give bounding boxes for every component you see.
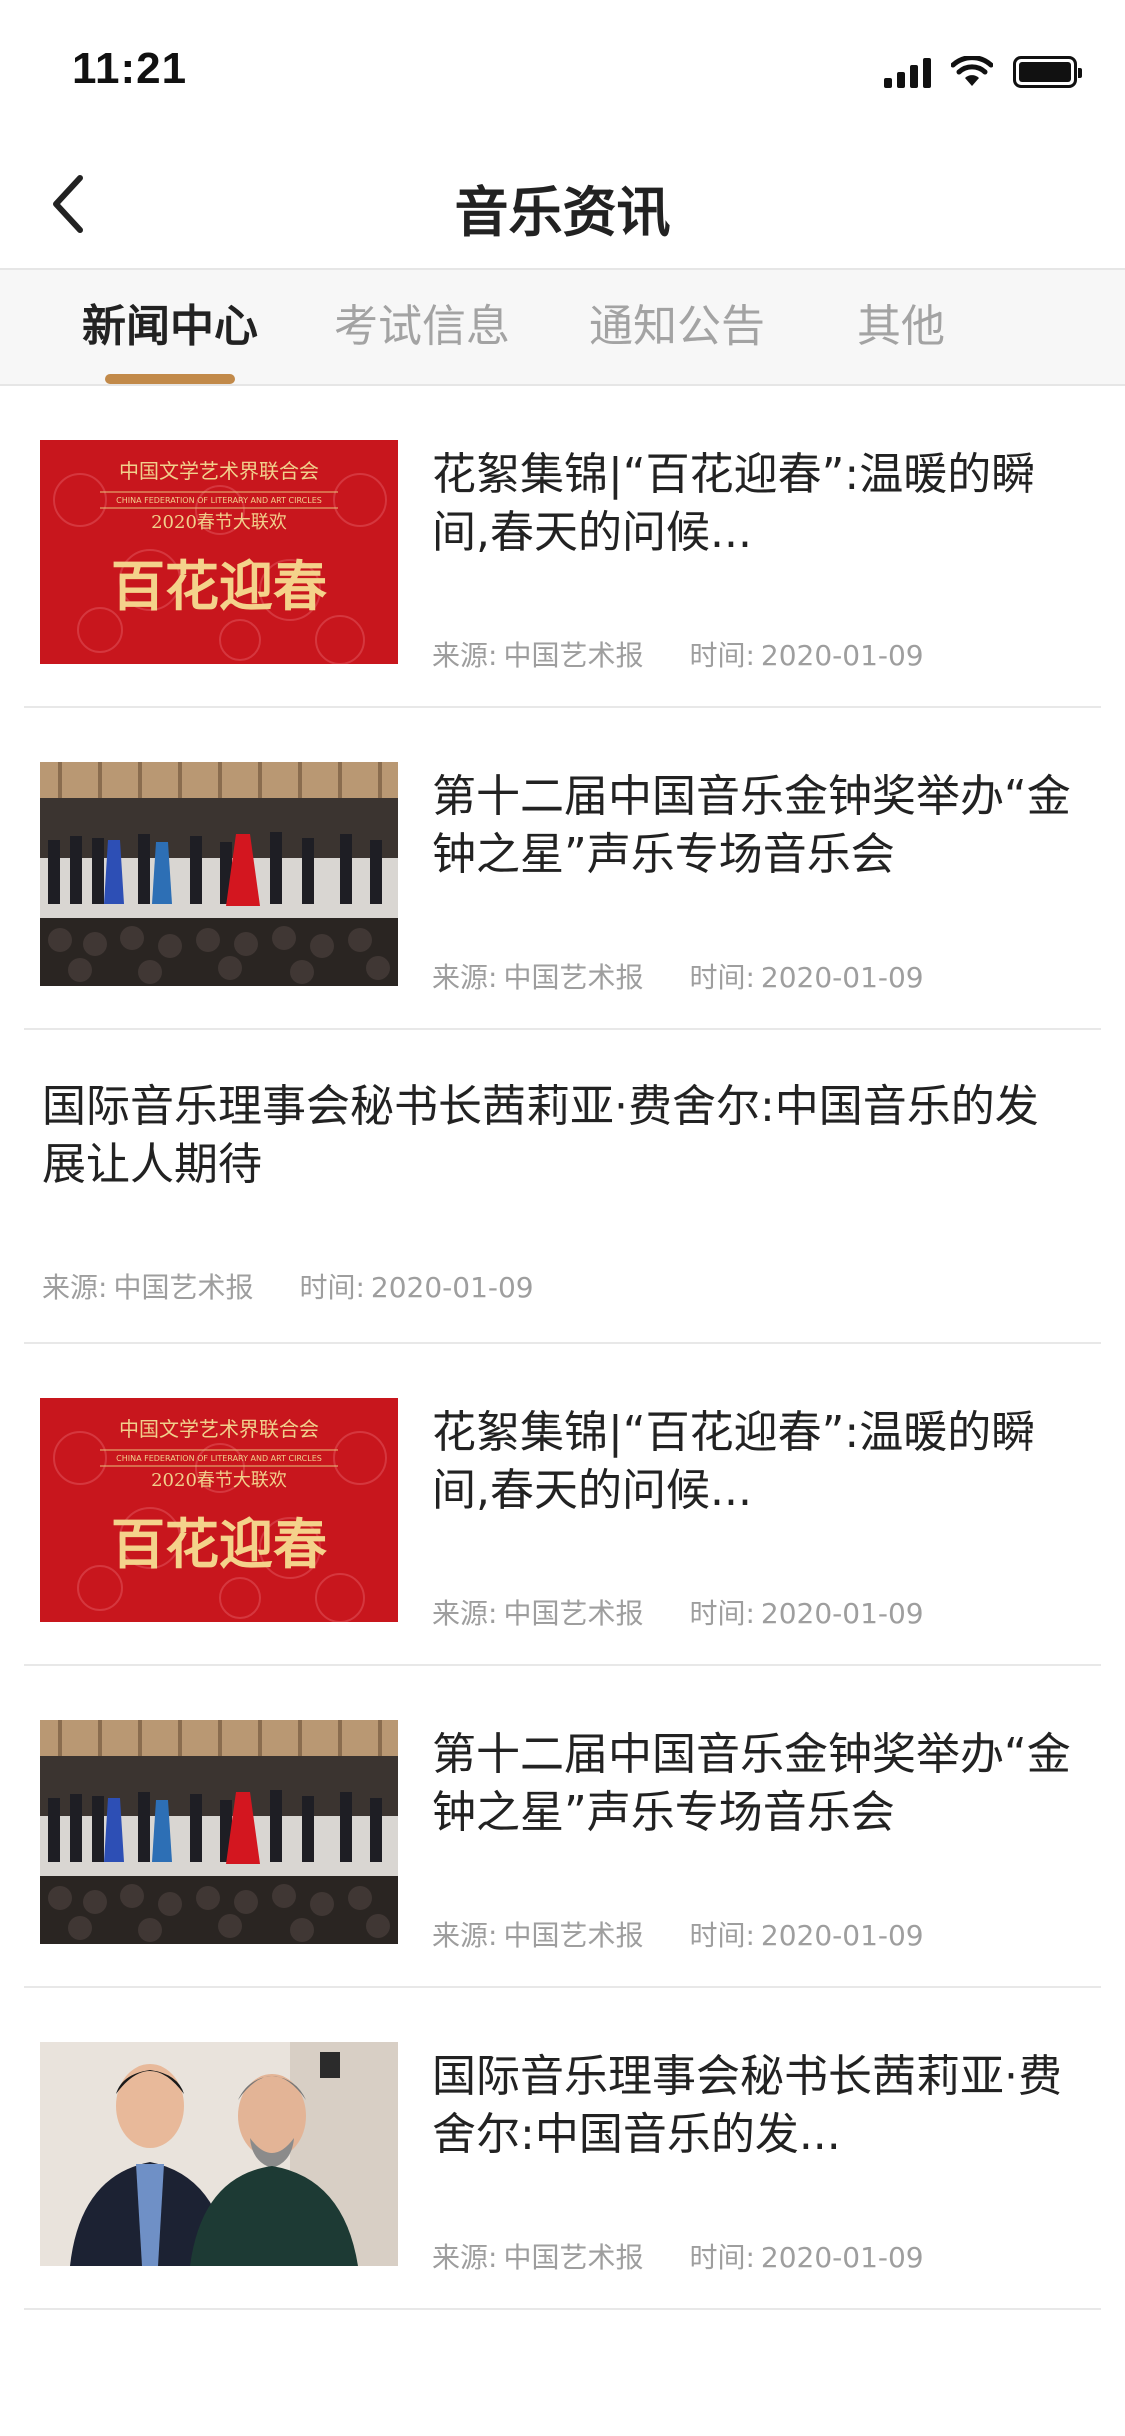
news-thumbnail bbox=[40, 1720, 398, 1944]
active-tab-indicator bbox=[105, 374, 235, 384]
news-source: 中国艺术报 bbox=[113, 1271, 254, 1304]
poster-heading: 中国文学艺术界联合会 bbox=[119, 459, 319, 483]
news-date: 2020-01-09 bbox=[760, 1597, 924, 1630]
news-thumbnail: 中国文学艺术界联合会 CHINA FEDERATION OF LITERARY … bbox=[40, 440, 398, 664]
news-source: 中国艺术报 bbox=[503, 1919, 644, 1952]
news-date: 2020-01-09 bbox=[760, 961, 924, 994]
source-label: 来源: bbox=[432, 961, 498, 994]
status-icons bbox=[884, 56, 1082, 88]
time-label: 时间: bbox=[689, 639, 755, 672]
tab-label: 其他 bbox=[857, 301, 945, 352]
news-date: 2020-01-09 bbox=[370, 1271, 534, 1304]
nav-bar: 音乐资讯 bbox=[0, 140, 1125, 268]
page-title: 音乐资讯 bbox=[454, 181, 671, 244]
tab-label: 新闻中心 bbox=[82, 301, 258, 352]
status-time: 11:21 bbox=[72, 44, 188, 93]
news-source: 中国艺术报 bbox=[503, 2241, 644, 2274]
poster-calligraphy: 百花迎春 bbox=[111, 554, 327, 618]
news-list: 中国文学艺术界联合会 CHINA FEDERATION OF LITERARY … bbox=[0, 386, 1125, 2310]
tab-exam-info[interactable]: 考试信息 bbox=[307, 270, 537, 384]
news-meta: 来源: 中国艺术报 时间: 2020-01-09 bbox=[432, 1592, 924, 1632]
poster-calligraphy: 百花迎春 bbox=[111, 1512, 327, 1576]
news-source: 中国艺术报 bbox=[503, 1597, 644, 1630]
news-title: 国际音乐理事会秘书长茜莉亚·费舍尔:中国音乐的发... bbox=[432, 2051, 1062, 2160]
news-item[interactable]: 第十二届中国音乐金钟奖举办“金钟之星”声乐专场音乐会 来源: 中国艺术报 时间: 20… bbox=[24, 1666, 1101, 1988]
poster-event: 2020春节大联欢 bbox=[151, 512, 287, 533]
news-item[interactable]: 中国文学艺术界联合会 CHINA FEDERATION OF LITERARY … bbox=[24, 386, 1101, 708]
source-label: 来源: bbox=[432, 2241, 498, 2274]
status-bar: 11:21 bbox=[0, 0, 1125, 140]
news-date: 2020-01-09 bbox=[760, 2241, 924, 2274]
news-source: 中国艺术报 bbox=[503, 639, 644, 672]
news-title: 第十二届中国音乐金钟奖举办“金钟之星”声乐专场音乐会 bbox=[432, 1729, 1071, 1838]
source-label: 来源: bbox=[432, 1597, 498, 1630]
source-label: 来源: bbox=[42, 1271, 108, 1304]
news-item[interactable]: 国际音乐理事会秘书长茜莉亚·费舍尔:中国音乐的发展让人期待 来源: 中国艺术报 时间… bbox=[24, 1030, 1101, 1344]
poster-heading: 中国文学艺术界联合会 bbox=[119, 1417, 319, 1441]
news-item[interactable]: 国际音乐理事会秘书长茜莉亚·费舍尔:中国音乐的发... 来源: 中国艺术报 时间: 2… bbox=[24, 1988, 1101, 2310]
tab-notices[interactable]: 通知公告 bbox=[562, 270, 792, 384]
news-thumbnail: 中国文学艺术界联合会 CHINA FEDERATION OF LITERARY … bbox=[40, 1398, 398, 1622]
screen: 11:21 音乐资讯 新闻中心 考试信息 通知公告 其他 中国文学艺术界联合会 … bbox=[0, 0, 1125, 2436]
news-title: 花絮集锦|“百花迎春”:温暖的瞬间,春天的问候... bbox=[432, 1407, 1036, 1516]
news-title: 花絮集锦|“百花迎春”:温暖的瞬间,春天的问候... bbox=[432, 449, 1036, 558]
poster-subheading: CHINA FEDERATION OF LITERARY AND ART CIR… bbox=[116, 1454, 322, 1463]
time-label: 时间: bbox=[299, 1271, 365, 1304]
poster-event: 2020春节大联欢 bbox=[151, 1470, 287, 1491]
battery-icon bbox=[1013, 56, 1082, 88]
tab-other[interactable]: 其他 bbox=[786, 270, 1016, 384]
news-item[interactable]: 中国文学艺术界联合会 CHINA FEDERATION OF LITERARY … bbox=[24, 1344, 1101, 1666]
news-source: 中国艺术报 bbox=[503, 961, 644, 994]
news-title: 第十二届中国音乐金钟奖举办“金钟之星”声乐专场音乐会 bbox=[432, 771, 1071, 880]
time-label: 时间: bbox=[689, 1919, 755, 1952]
news-meta: 来源: 中国艺术报 时间: 2020-01-09 bbox=[432, 1914, 924, 1954]
news-thumbnail bbox=[40, 762, 398, 986]
tab-label: 通知公告 bbox=[589, 301, 765, 352]
news-meta: 来源: 中国艺术报 时间: 2020-01-09 bbox=[432, 2236, 924, 2276]
source-label: 来源: bbox=[432, 639, 498, 672]
cellular-signal-icon bbox=[884, 56, 931, 88]
time-label: 时间: bbox=[689, 2241, 755, 2274]
news-date: 2020-01-09 bbox=[760, 639, 924, 672]
news-meta: 来源: 中国艺术报 时间: 2020-01-09 bbox=[432, 956, 924, 996]
source-label: 来源: bbox=[432, 1919, 498, 1952]
news-thumbnail bbox=[40, 2042, 398, 2266]
news-title: 国际音乐理事会秘书长茜莉亚·费舍尔:中国音乐的发展让人期待 bbox=[42, 1081, 1039, 1190]
tab-news-center[interactable]: 新闻中心 bbox=[55, 270, 285, 384]
time-label: 时间: bbox=[689, 1597, 755, 1630]
news-item[interactable]: 第十二届中国音乐金钟奖举办“金钟之星”声乐专场音乐会 来源: 中国艺术报 时间: 20… bbox=[24, 708, 1101, 1030]
time-label: 时间: bbox=[689, 961, 755, 994]
news-date: 2020-01-09 bbox=[760, 1919, 924, 1952]
poster-subheading: CHINA FEDERATION OF LITERARY AND ART CIR… bbox=[116, 496, 322, 505]
news-meta: 来源: 中国艺术报 时间: 2020-01-09 bbox=[432, 634, 924, 674]
tab-label: 考试信息 bbox=[334, 301, 510, 352]
news-meta: 来源: 中国艺术报 时间: 2020-01-09 bbox=[42, 1266, 534, 1306]
tab-bar: 新闻中心 考试信息 通知公告 其他 bbox=[0, 268, 1125, 386]
wifi-icon bbox=[951, 56, 993, 86]
